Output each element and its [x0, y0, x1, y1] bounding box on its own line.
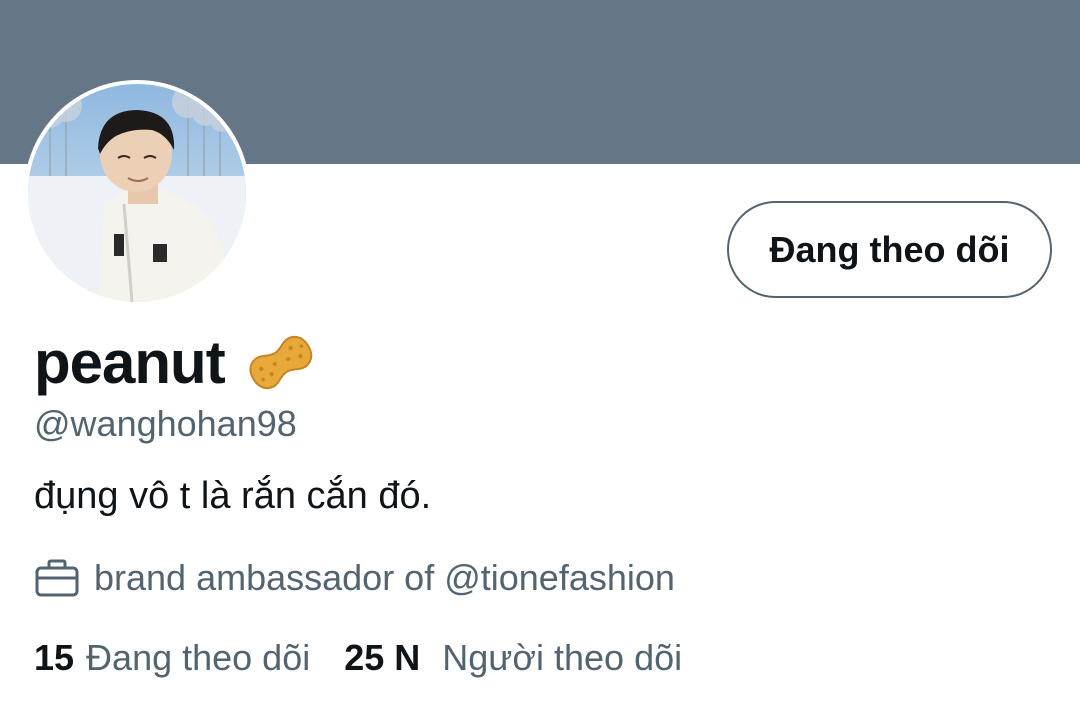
follow-stats: 15 Đang theo dõi 25 N Người theo dõi: [34, 636, 682, 680]
following-count: 15: [34, 637, 75, 678]
following-stat[interactable]: 15 Đang theo dõi: [34, 636, 310, 680]
following-button[interactable]: Đang theo dõi: [727, 201, 1052, 298]
profile-bio: đụng vô t là rắn cắn đó.: [34, 475, 432, 517]
username-handle: @wanghohan98: [34, 403, 297, 444]
professional-category: brand ambassador of @tionefashion: [34, 556, 675, 600]
peanut-emoji-icon: [243, 330, 317, 396]
name-row: peanut: [34, 328, 317, 398]
following-label: Đang theo dõi: [86, 637, 311, 678]
briefcase-icon: [34, 558, 80, 598]
display-name: peanut: [34, 329, 226, 396]
followers-count: 25 N: [344, 637, 421, 678]
followers-label: Người theo dõi: [442, 637, 683, 678]
professional-category-text[interactable]: brand ambassador of @tionefashion: [94, 557, 675, 599]
followers-stat[interactable]: 25 N Người theo dõi: [344, 636, 682, 680]
avatar-photo: [28, 84, 246, 302]
avatar[interactable]: [24, 80, 250, 306]
